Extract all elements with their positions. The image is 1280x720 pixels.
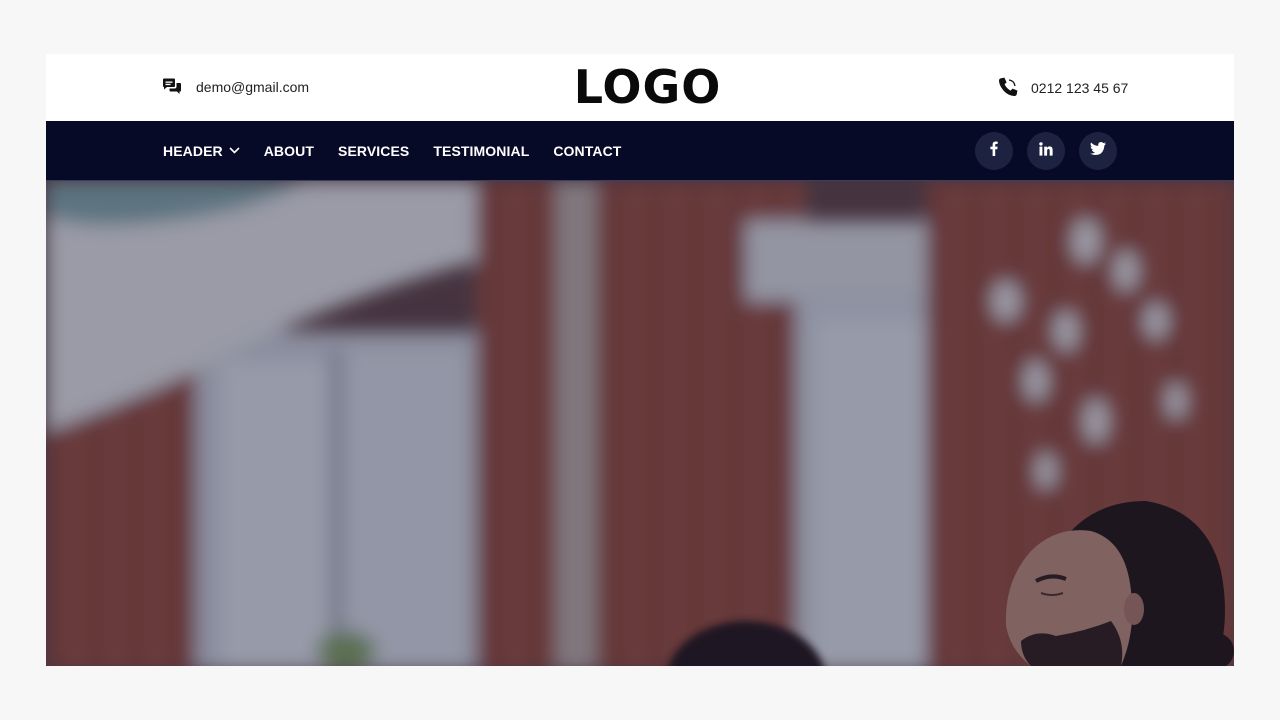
logo[interactable]: LOGO [574,64,721,110]
nav-item-contact[interactable]: CONTACT [553,143,621,159]
twitter-button[interactable] [1079,132,1117,170]
hero-image [46,181,1234,666]
email-text: demo@gmail.com [196,79,310,95]
contact-email[interactable]: demo@gmail.com [162,77,309,97]
nav-item-label: HEADER [163,142,223,159]
nav-item-label: SERVICES [338,142,410,159]
social-links [975,132,1117,170]
chat-bubbles-icon [162,78,182,96]
nav-item-label: TESTIMONIAL [433,142,530,159]
phone-icon [998,77,1018,100]
nav-item-label: CONTACT [553,142,622,159]
main-navbar: HEADER ABOUT SERVICES TESTIMONIAL CONTAC… [46,121,1234,181]
chevron-down-icon [229,147,240,154]
twitter-icon [1090,142,1106,160]
nav-item-header[interactable]: HEADER [163,143,240,159]
facebook-icon [990,141,998,161]
nav-item-testimonial[interactable]: TESTIMONIAL [433,143,529,159]
phone-text: 0212 123 45 67 [1031,80,1129,96]
facebook-button[interactable] [975,132,1013,170]
top-bar: demo@gmail.com LOGO 0212 123 45 67 [46,54,1234,121]
nav-item-label: ABOUT [263,142,314,159]
nav-item-services[interactable]: SERVICES [338,143,409,159]
nav-item-about[interactable]: ABOUT [264,143,314,159]
page-frame: demo@gmail.com LOGO 0212 123 45 67 HEADE… [46,54,1234,666]
linkedin-icon [1039,141,1053,161]
contact-phone[interactable]: 0212 123 45 67 [998,77,1128,99]
nav-menu: HEADER ABOUT SERVICES TESTIMONIAL CONTAC… [163,121,645,180]
hero-overlay [46,181,1234,666]
linkedin-button[interactable] [1027,132,1065,170]
